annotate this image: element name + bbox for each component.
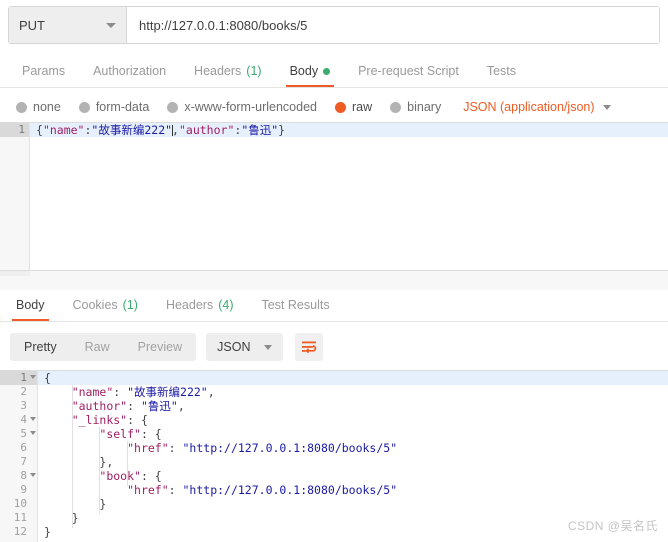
fold-toggle-icon[interactable] (30, 473, 36, 477)
radio-icon (16, 101, 27, 113)
tab-label: Pre-request Script (358, 64, 459, 78)
request-editor-gutter: 1 (0, 123, 30, 270)
response-tab-headers[interactable]: Headers (4) (152, 298, 248, 321)
request-tab-body[interactable]: Body (276, 64, 345, 87)
tab-label: Authorization (93, 64, 167, 78)
line-number: 5 (0, 427, 37, 441)
tab-count: (1) (122, 298, 138, 312)
content-type-label: JSON (application/json) (463, 100, 595, 114)
line-number: 4 (0, 413, 37, 427)
line-number: 10 (13, 497, 27, 510)
chevron-down-icon (106, 22, 116, 28)
response-view-mode-group: Pretty Raw Preview (10, 333, 197, 361)
tab-count: (4) (218, 298, 234, 312)
line-number: 2 (20, 385, 27, 398)
response-editor-gutter: 1 2 3 4 5 6 7 8 9 10 11 12 (0, 371, 38, 542)
view-mode-preview[interactable]: Preview (124, 333, 196, 361)
request-url-input[interactable]: http://127.0.0.1:8080/books/5 (127, 7, 659, 43)
response-body-line: }, (99, 455, 114, 469)
body-type-form-data[interactable]: form-data (78, 100, 150, 114)
fold-toggle-icon[interactable] (30, 431, 36, 435)
fold-toggle-icon[interactable] (30, 417, 36, 421)
response-body-line: "self": { (99, 427, 162, 441)
radio-icon (390, 101, 402, 113)
fold-toggle-icon[interactable] (30, 375, 36, 379)
line-number: 7 (20, 455, 27, 468)
response-body-line: { (38, 371, 668, 385)
view-mode-pretty[interactable]: Pretty (10, 333, 71, 361)
body-type-x-www-form-urlencoded[interactable]: x-www-form-urlencoded (167, 100, 317, 114)
line-number: 12 (13, 525, 27, 538)
body-type-label: none (33, 100, 61, 114)
body-type-binary[interactable]: binary (390, 100, 441, 114)
tab-label: Headers (165, 298, 214, 312)
request-tab-tests[interactable]: Tests (473, 64, 530, 87)
request-code-area[interactable]: {"name":"故事新编222","author":"鲁迅"} (30, 123, 668, 270)
request-tab-pre-request-script[interactable]: Pre-request Script (344, 64, 473, 87)
body-type-label: x-www-form-urlencoded (184, 100, 317, 114)
body-type-label: raw (352, 100, 373, 114)
response-format-select[interactable]: JSON (206, 333, 284, 361)
tab-label: Body (16, 298, 45, 312)
response-tab-test-results[interactable]: Test Results (247, 298, 343, 321)
line-number: 11 (13, 511, 27, 524)
tab-label: Headers (194, 64, 242, 78)
tab-label: Params (22, 64, 66, 78)
request-tab-bar: Params Authorization Headers (1) Body Pre-req… (0, 52, 668, 88)
radio-icon (78, 101, 90, 113)
word-wrap-icon (302, 341, 317, 354)
response-body-line: "href": "http://127.0.0.1:8080/books/5" (127, 441, 398, 455)
http-method-select[interactable]: PUT (9, 7, 127, 43)
response-tab-bar: Body Cookies (1) Headers (4) Test Results (0, 290, 668, 322)
line-number: 9 (20, 483, 27, 496)
http-method-label: PUT (19, 17, 45, 33)
body-type-radio-group: none form-data x-www-form-urlencoded raw bin… (0, 92, 668, 122)
chevron-down-icon (602, 104, 611, 110)
request-body-line[interactable]: {"name":"故事新编222","author":"鲁迅"} (30, 123, 668, 137)
line-number: 1 (0, 371, 37, 385)
response-body-line: "_links": { (71, 413, 148, 427)
tab-label: Cookies (72, 298, 118, 312)
line-number: 6 (20, 441, 27, 454)
tab-label: Body (289, 64, 319, 78)
tab-label: Test Results (261, 298, 330, 312)
request-body-editor[interactable]: 1 {"name":"故事新编222","author":"鲁迅"} (0, 122, 668, 270)
word-wrap-button[interactable] (295, 333, 324, 361)
request-tab-params[interactable]: Params (8, 64, 79, 87)
response-body-line: "name": "故事新编222", (71, 385, 215, 399)
radio-icon (167, 101, 179, 113)
response-body-line: "book": { (99, 469, 162, 483)
body-present-dot-icon (323, 67, 331, 75)
request-tab-authorization[interactable]: Authorization (79, 64, 180, 87)
divider-handle (0, 271, 30, 276)
request-tab-headers[interactable]: Headers (1) (180, 64, 276, 87)
body-type-raw[interactable]: raw (335, 100, 372, 114)
response-tab-body[interactable]: Body (2, 298, 59, 321)
tab-count: (1) (246, 64, 262, 78)
line-number: 1 (0, 123, 29, 137)
tab-label: Tests (486, 64, 516, 78)
response-toolbar: Pretty Raw Preview JSON (0, 324, 668, 370)
response-body-line: "href": "http://127.0.0.1:8080/books/5" (127, 483, 398, 497)
body-type-label: binary (407, 100, 442, 114)
response-tab-cookies[interactable]: Cookies (1) (59, 298, 152, 321)
pane-divider[interactable] (0, 270, 668, 292)
content-type-select[interactable]: JSON (application/json) (463, 100, 611, 114)
radio-icon (335, 101, 346, 113)
response-body-line: "author": "鲁迅", (71, 399, 185, 413)
response-body-line: } (99, 497, 107, 511)
request-url-bar: PUT http://127.0.0.1:8080/books/5 (8, 6, 660, 44)
chevron-down-icon (264, 344, 273, 350)
body-type-label: form-data (95, 100, 150, 114)
body-type-none[interactable]: none (16, 100, 61, 114)
csdn-watermark: CSDN @吴名氏 (567, 519, 658, 533)
response-format-label: JSON (217, 340, 251, 354)
line-number: 3 (20, 399, 27, 412)
view-mode-raw[interactable]: Raw (71, 333, 124, 361)
line-number: 8 (0, 469, 37, 483)
